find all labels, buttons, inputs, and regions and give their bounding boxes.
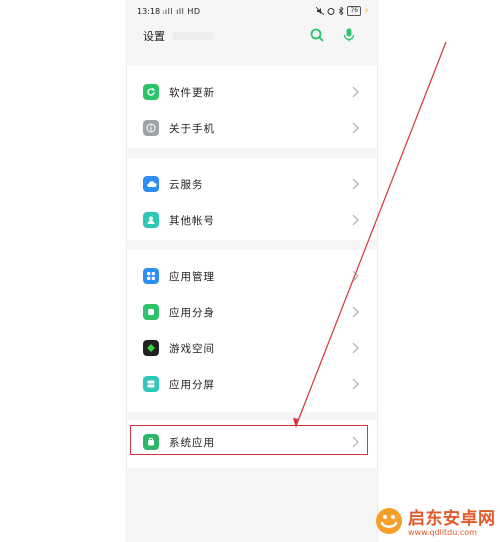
- watermark-logo-icon: [376, 508, 402, 534]
- watermark-name: 启东安卓网: [408, 509, 496, 529]
- highlight-box: [130, 425, 368, 455]
- watermark: 启东安卓网 www.qdlitdu.com: [372, 500, 500, 542]
- annotation-arrow: [293, 41, 447, 428]
- watermark-url: www.qdlitdu.com: [408, 528, 477, 537]
